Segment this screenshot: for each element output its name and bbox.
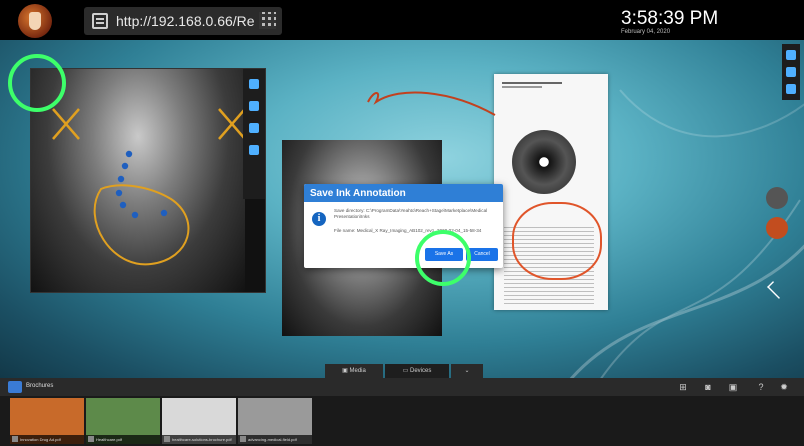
expand-icon[interactable]: [249, 145, 259, 155]
bottom-tabs: ▣ Media ▭ Devices ⌄: [325, 364, 483, 379]
pen-icon[interactable]: [249, 101, 259, 111]
devices-icon: ▭: [402, 368, 410, 374]
trash-icon[interactable]: [786, 84, 796, 94]
xray-ink-layer: [52, 108, 245, 266]
thumb-caption: advancing-medical-field.pdf: [238, 435, 312, 444]
highlight-circle-save-as: [415, 230, 471, 286]
screen-icon[interactable]: ▣: [728, 382, 738, 392]
app-logo[interactable]: [18, 4, 52, 38]
save-directory-text: Save directory: C:\ProgramData\Yeahto\Re…: [334, 208, 488, 219]
camera-icon[interactable]: ◙: [703, 382, 713, 392]
document-figure: [512, 130, 576, 194]
info-icon: i: [312, 212, 326, 226]
app-launcher-icon[interactable]: [766, 217, 788, 239]
workspace-canvas[interactable]: Save Ink Annotation i Save directory: C:…: [0, 40, 804, 378]
document-heading: [502, 82, 562, 88]
thumb-caption: Innovation Drug Ad.pdf: [10, 435, 84, 444]
url-text: http://192.168.0.66/Reactiv: [116, 13, 254, 29]
tab-media[interactable]: ▣ Media: [325, 364, 383, 379]
red-ink-stroke: [367, 91, 496, 116]
date: February 04, 2020: [621, 29, 671, 35]
file-name-text: File name: Medical_X Ray_Imaging_AB102_r…: [334, 228, 482, 233]
thumb-item[interactable]: Healthcare.pdf: [86, 398, 160, 444]
highlight-circle-topleft: [8, 54, 66, 112]
thumb-caption: healthcare-solutions-brochure.pdf: [162, 435, 236, 444]
add-icon[interactable]: ⊞: [678, 382, 688, 392]
document-ink-ring: [512, 202, 602, 280]
tab-devices[interactable]: ▭ Devices: [385, 364, 449, 379]
dialog-title: Save Ink Annotation: [310, 188, 406, 199]
right-toolbar: [782, 44, 800, 100]
url-box[interactable]: http://192.168.0.66/Reactiv: [84, 7, 282, 35]
help-icon[interactable]: ?: [756, 382, 766, 392]
trash-icon[interactable]: [249, 123, 259, 133]
thumb-item[interactable]: healthcare-solutions-brochure.pdf: [162, 398, 236, 444]
keyboard-icon: [92, 13, 108, 29]
folder-icon: [8, 381, 22, 393]
globe-icon[interactable]: [766, 187, 788, 209]
save-ink-dialog: Save Ink Annotation i Save directory: C:…: [304, 184, 503, 268]
pointer-icon[interactable]: [786, 50, 796, 60]
tab-devices-label: Devices: [410, 368, 432, 374]
thumb-item[interactable]: advancing-medical-field.pdf: [238, 398, 312, 444]
chevron-down-icon[interactable]: ⌄: [451, 364, 483, 379]
xray-toolbar: [243, 69, 265, 199]
tray-header: Brochures ⊞ ◙ ▣ ? ✹: [0, 378, 804, 396]
media-icon: ▣: [342, 368, 350, 374]
tab-media-label: Media: [349, 368, 366, 374]
clock: 3:58:39 PM: [621, 8, 719, 29]
qr-code-icon[interactable]: [259, 12, 276, 29]
gear-icon[interactable]: ✹: [779, 382, 789, 392]
pointer-icon[interactable]: [249, 79, 259, 89]
thumb-item[interactable]: Innovation Drug Ad.pdf: [10, 398, 84, 444]
tray-title: Brochures: [26, 383, 54, 389]
thumb-caption: Healthcare.pdf: [86, 435, 160, 444]
top-bar: http://192.168.0.66/Reactiv 3:58:39 PM F…: [0, 0, 804, 40]
media-tray: Brochures ⊞ ◙ ▣ ? ✹ Innovation Drug Ad.p…: [0, 378, 804, 446]
pen-icon[interactable]: [786, 67, 796, 77]
chest-xray-panel[interactable]: [30, 68, 266, 293]
